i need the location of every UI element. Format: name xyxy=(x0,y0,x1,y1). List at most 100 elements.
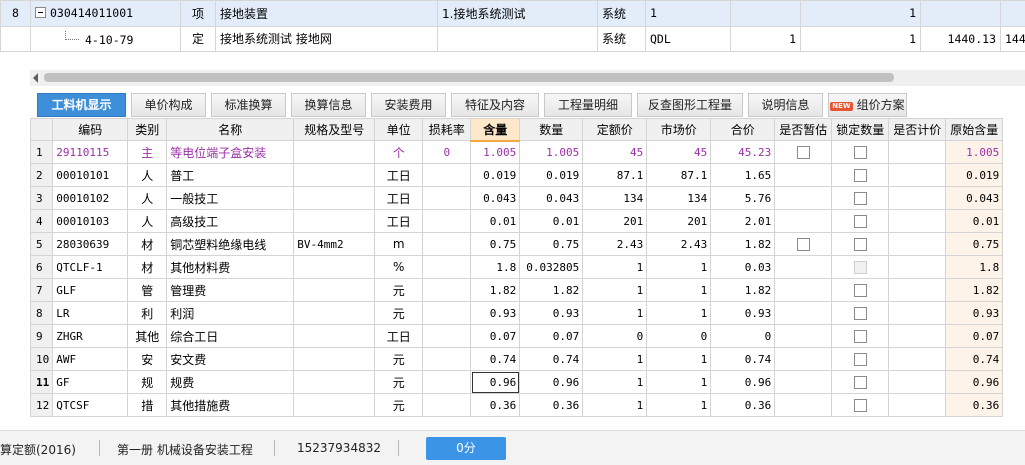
cell-provisional[interactable] xyxy=(774,140,833,164)
cell-lock-qty[interactable] xyxy=(831,209,890,233)
table-row[interactable]: 12 QTCSF 措其他措施费元 0.36 0.36 1 1 0.36 0.36 xyxy=(29,393,1004,417)
cell-name[interactable]: 一般技工 xyxy=(166,186,295,210)
row-number[interactable]: 9 xyxy=(29,324,54,348)
row-number[interactable]: 11 xyxy=(29,370,54,394)
col-header-lock-qty[interactable]: 锁定数量 xyxy=(831,118,890,141)
cell-category[interactable]: 主 xyxy=(127,140,168,164)
cell-spec[interactable] xyxy=(293,140,376,164)
cell-content[interactable]: 0.75 xyxy=(470,232,521,256)
cell-total[interactable]: 0.36 xyxy=(710,393,776,417)
cell-loss-rate[interactable] xyxy=(422,278,472,302)
cell-unit[interactable]: 元 xyxy=(374,278,424,302)
row-number[interactable]: 12 xyxy=(29,393,54,417)
tab-features[interactable]: 特征及内容 xyxy=(451,93,539,117)
table-row[interactable]: 4 00010103 人高级技工 工日 0.01 0.01 201 201 2.01 0.01 xyxy=(29,209,1004,233)
cell-spec[interactable] xyxy=(293,209,376,233)
quota-qty-expr[interactable]: QDL xyxy=(645,25,731,52)
cell-category[interactable]: 安 xyxy=(127,347,168,371)
bill-total[interactable] xyxy=(1000,0,1025,27)
cell-category[interactable]: 材 xyxy=(127,232,168,256)
cell-name[interactable]: 高级技工 xyxy=(166,209,295,233)
cell-content[interactable]: 1.8 xyxy=(470,255,521,279)
col-header-name[interactable]: 名称 xyxy=(166,118,295,141)
cell-provisional[interactable] xyxy=(774,278,833,302)
cell-quantity[interactable]: 0.01 xyxy=(519,209,584,233)
cell-name[interactable]: 综合工日 xyxy=(166,324,295,348)
cell-code[interactable]: LR xyxy=(52,301,129,325)
cell-quantity[interactable]: 0.75 xyxy=(519,232,584,256)
cell-market-price[interactable]: 134 xyxy=(646,186,712,210)
table-row[interactable]: 5 28030639 材铜芯塑料绝缘电线 BV-4mm2 m 0.75 0.75 2.43 2.… xyxy=(29,232,1004,256)
cell-code[interactable]: AWF xyxy=(52,347,129,371)
cell-unit[interactable]: 元 xyxy=(374,393,424,417)
cell-total[interactable]: 2.01 xyxy=(710,209,776,233)
tab-graphic-quantity[interactable]: 反查图形工程量 xyxy=(637,93,743,117)
table-row[interactable]: 8 LR 利利润元 0.93 0.93 1 1 0.93 0.93 xyxy=(29,301,1004,325)
scroll-left-arrow-icon[interactable] xyxy=(33,73,38,83)
table-row[interactable]: 11 GF 规规费元 0.96 0.96 1 1 0.96 0.96 xyxy=(29,370,1004,394)
cell-quantity[interactable]: 0.019 xyxy=(519,163,584,187)
cell-quantity[interactable]: 0.93 xyxy=(519,301,584,325)
cell-spec[interactable] xyxy=(293,324,376,348)
cell-content[interactable]: 1.005 xyxy=(470,140,521,164)
cell-spec[interactable] xyxy=(293,255,376,279)
col-header-quota-price[interactable]: 定额价 xyxy=(582,118,648,141)
table-row[interactable]: 3 00010102 人一般技工 工日 0.043 0.043 134 134 5.76 0.04… xyxy=(29,186,1004,210)
cell-original-content[interactable]: 0.043 xyxy=(945,186,1004,210)
cell-priced[interactable] xyxy=(888,301,947,325)
score-button[interactable]: 0分 xyxy=(426,437,506,460)
cell-loss-rate[interactable] xyxy=(422,163,472,187)
tab-description[interactable]: 说明信息 xyxy=(748,93,823,117)
cell-original-content[interactable]: 0.96 xyxy=(945,370,1004,394)
col-header-loss-rate[interactable]: 损耗率 xyxy=(422,118,472,141)
cell-market-price[interactable]: 0 xyxy=(646,324,712,348)
tab-quantity-detail[interactable]: 工程量明细 xyxy=(544,93,632,117)
cell-market-price[interactable]: 1 xyxy=(646,278,712,302)
cell-unit[interactable]: 工日 xyxy=(374,324,424,348)
cell-category[interactable]: 材 xyxy=(127,255,168,279)
tab-pricing-scheme[interactable]: NEW 组价方案 xyxy=(828,93,907,117)
cell-quota-price[interactable]: 1 xyxy=(582,393,648,417)
cell-original-content[interactable]: 1.82 xyxy=(945,278,1004,302)
cell-name[interactable]: 等电位端子盒安装 xyxy=(166,140,295,164)
cell-spec[interactable] xyxy=(293,393,376,417)
cell-original-content[interactable]: 0.01 xyxy=(945,209,1004,233)
cell-code[interactable]: 00010101 xyxy=(52,163,129,187)
quota-type[interactable]: 定 xyxy=(180,25,216,52)
cell-lock-qty[interactable] xyxy=(831,255,890,279)
row-number[interactable]: 8 xyxy=(29,301,54,325)
cell-loss-rate[interactable] xyxy=(422,209,472,233)
cell-unit[interactable]: 元 xyxy=(374,301,424,325)
cell-lock-qty[interactable] xyxy=(831,232,890,256)
quota-feature[interactable] xyxy=(437,25,598,52)
col-header-total[interactable]: 合价 xyxy=(710,118,776,141)
cell-category[interactable]: 人 xyxy=(127,209,168,233)
cell-provisional[interactable] xyxy=(774,324,833,348)
cell-code[interactable]: GLF xyxy=(52,278,129,302)
row-number[interactable]: 2 xyxy=(29,163,54,187)
horizontal-scrollbar[interactable] xyxy=(30,70,1025,86)
cell-priced[interactable] xyxy=(888,186,947,210)
cell-priced[interactable] xyxy=(888,278,947,302)
cell-quota-price[interactable]: 1 xyxy=(582,347,648,371)
cell-quota-price[interactable]: 201 xyxy=(582,209,648,233)
cell-spec[interactable] xyxy=(293,186,376,210)
cell-category[interactable]: 其他 xyxy=(127,324,168,348)
cell-priced[interactable] xyxy=(888,370,947,394)
cell-lock-qty[interactable] xyxy=(831,370,890,394)
cell-lock-qty[interactable] xyxy=(831,278,890,302)
col-header-category[interactable]: 类别 xyxy=(127,118,168,141)
cell-total[interactable]: 0.74 xyxy=(710,347,776,371)
cell-total[interactable]: 1.82 xyxy=(710,278,776,302)
cell-unit[interactable]: 元 xyxy=(374,370,424,394)
cell-category[interactable]: 管 xyxy=(127,278,168,302)
cell-market-price[interactable]: 2.43 xyxy=(646,232,712,256)
cell-quota-price[interactable]: 2.43 xyxy=(582,232,648,256)
cell-priced[interactable] xyxy=(888,324,947,348)
cell-original-content[interactable]: 0.74 xyxy=(945,347,1004,371)
bill-code-cell[interactable]: 030414011001 xyxy=(30,0,181,27)
cell-total[interactable]: 0 xyxy=(710,324,776,348)
cell-quota-price[interactable]: 134 xyxy=(582,186,648,210)
cell-original-content[interactable]: 0.36 xyxy=(945,393,1004,417)
cell-unit[interactable]: 元 xyxy=(374,347,424,371)
